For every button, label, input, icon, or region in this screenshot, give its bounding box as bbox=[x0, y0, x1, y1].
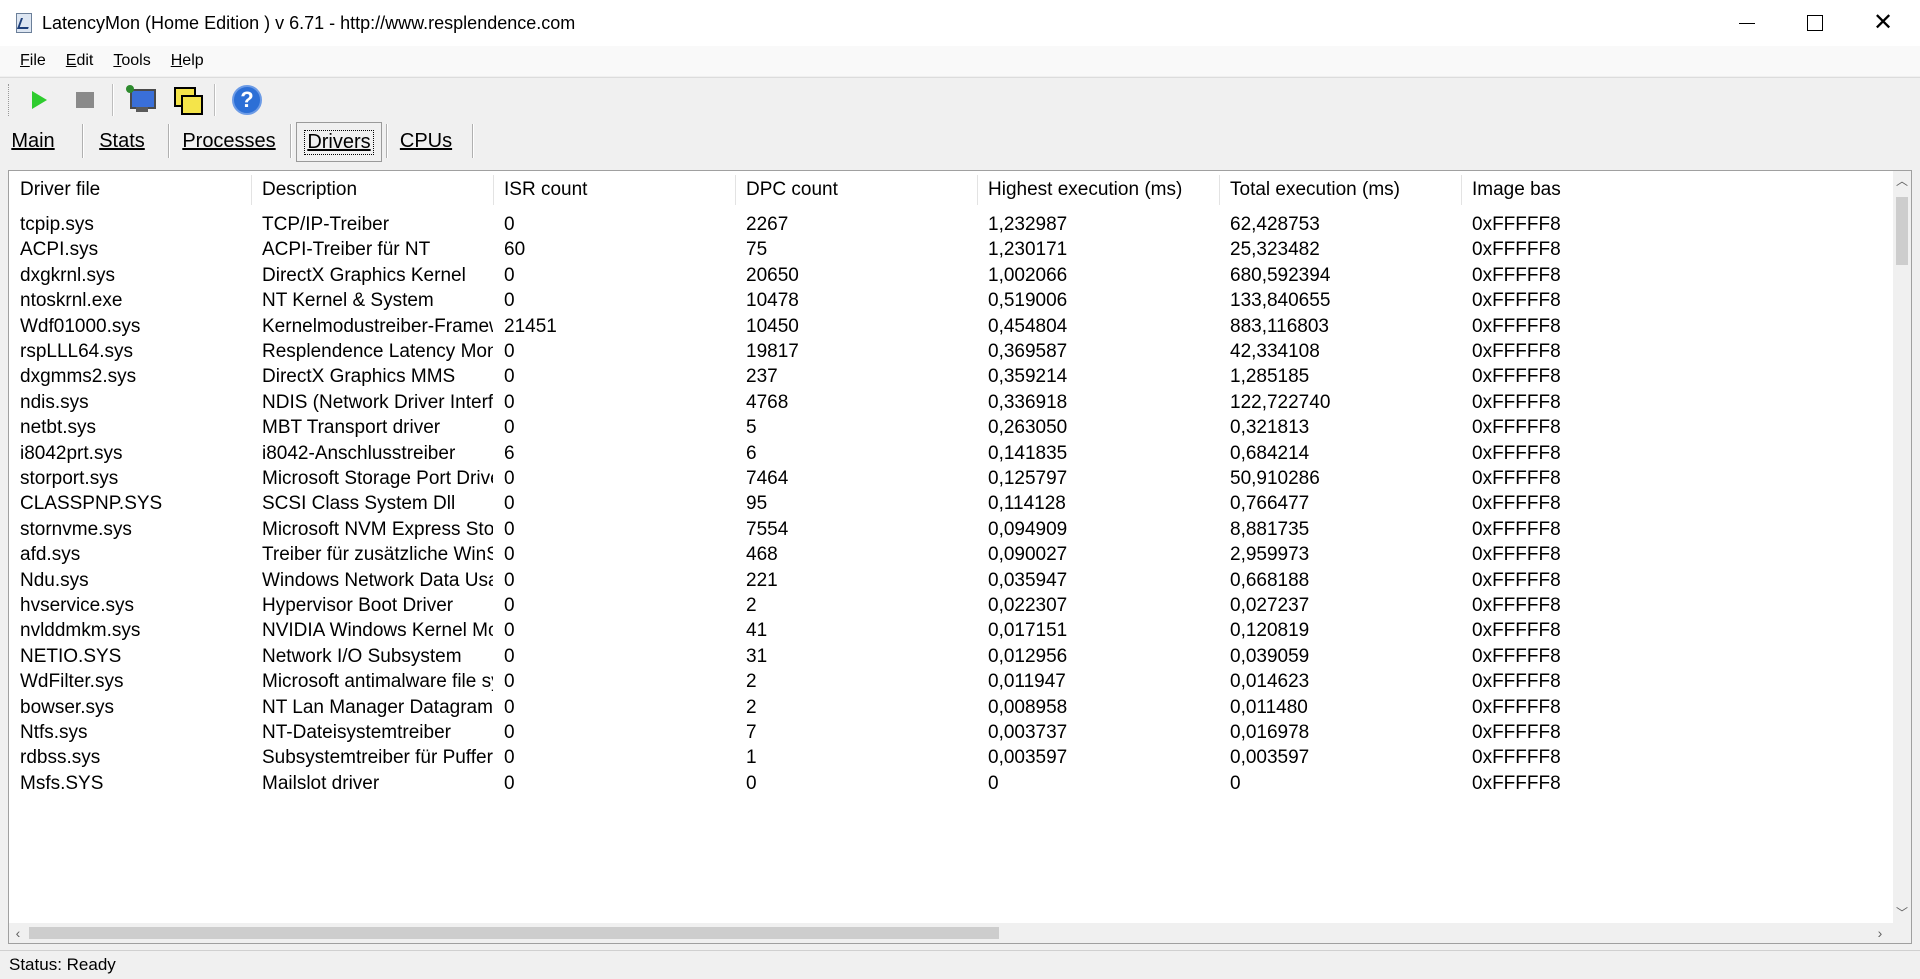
status-bar: Status: Ready bbox=[0, 950, 1920, 979]
table-cell: 0 bbox=[1230, 772, 1241, 794]
menu-label-rest: ools bbox=[121, 52, 151, 69]
column-header[interactable]: Image bas bbox=[1461, 171, 1893, 209]
menu-edit[interactable]: Edit bbox=[56, 52, 104, 70]
help-button[interactable]: ? bbox=[228, 82, 266, 118]
table-cell: 0 bbox=[504, 772, 515, 794]
stop-icon bbox=[76, 92, 94, 108]
column-header[interactable]: Highest execution (ms) bbox=[977, 171, 1219, 209]
tab-stats-label: Stats bbox=[99, 129, 145, 152]
toolbar: ? bbox=[0, 77, 1920, 122]
toolbar-grip[interactable] bbox=[8, 84, 12, 116]
column-header[interactable]: Description bbox=[251, 171, 493, 209]
menu-bar: File Edit Tools Help bbox=[0, 46, 1920, 76]
table-body: tcpip.sys TCP/IP-Treiber 0 2267 1,232987 62,4… bbox=[9, 209, 1889, 923]
tab-processes-label: Processes bbox=[182, 129, 276, 152]
horizontal-scrollbar[interactable]: ‹ › bbox=[9, 923, 1893, 943]
table-cell: 0xFFFFF8 bbox=[1472, 772, 1561, 794]
tab-main[interactable]: Main bbox=[2, 122, 64, 160]
column-divider[interactable] bbox=[1461, 175, 1462, 205]
tab-processes[interactable]: Processes bbox=[176, 122, 282, 160]
maximize-icon bbox=[1807, 15, 1823, 31]
latencymon-app-icon bbox=[14, 12, 34, 34]
horizontal-scroll-thumb[interactable] bbox=[29, 927, 999, 939]
column-header[interactable]: Driver file bbox=[9, 171, 251, 209]
menu-label-rest: dit bbox=[76, 52, 94, 69]
tab-drivers-label: Drivers bbox=[307, 130, 371, 153]
scroll-left-icon[interactable]: ‹ bbox=[9, 923, 27, 943]
column-divider[interactable] bbox=[735, 175, 736, 205]
tab-strip: Main Stats Processes Drivers CPUs bbox=[0, 122, 1920, 162]
start-button[interactable] bbox=[20, 82, 58, 118]
tab-separator bbox=[82, 124, 84, 158]
tab-separator bbox=[290, 124, 292, 158]
menu-label-rest: elp bbox=[182, 52, 204, 69]
toolbar-separator bbox=[112, 84, 114, 116]
tab-separator bbox=[472, 124, 474, 158]
tab-cpus[interactable]: CPUs bbox=[394, 122, 458, 160]
minimize-icon bbox=[1739, 22, 1755, 24]
close-button[interactable]: ✕ bbox=[1850, 0, 1916, 46]
scroll-right-icon[interactable]: › bbox=[1871, 923, 1889, 943]
close-icon: ✕ bbox=[1872, 9, 1894, 36]
tab-stats[interactable]: Stats bbox=[90, 122, 154, 160]
vertical-scroll-thumb[interactable] bbox=[1896, 197, 1908, 265]
column-divider[interactable] bbox=[251, 175, 252, 205]
vertical-scrollbar[interactable]: ︿ ﹀ bbox=[1893, 171, 1911, 923]
column-divider[interactable] bbox=[977, 175, 978, 205]
stop-button[interactable] bbox=[66, 82, 104, 118]
tab-drivers[interactable]: Drivers bbox=[296, 122, 382, 162]
table-cell: 0 bbox=[746, 772, 757, 794]
title-bar: LatencyMon (Home Edition ) v 6.71 - http… bbox=[0, 0, 1920, 46]
minimize-button[interactable] bbox=[1714, 0, 1780, 46]
window-title: LatencyMon (Home Edition ) v 6.71 - http… bbox=[42, 12, 576, 33]
tab-separator bbox=[386, 124, 388, 158]
table-cell: Msfs.SYS bbox=[20, 772, 104, 794]
menu-help[interactable]: Help bbox=[161, 52, 214, 70]
system-settings-button[interactable] bbox=[122, 82, 160, 118]
help-icon: ? bbox=[232, 85, 262, 115]
toolbar-separator bbox=[214, 84, 216, 116]
table-row[interactable]: Msfs.SYS Mailslot driver 0 0 0 0 0xFFFFF8 bbox=[9, 768, 1889, 799]
scrollbar-corner bbox=[1893, 923, 1911, 943]
menu-label-rest: ile bbox=[29, 52, 46, 69]
column-divider[interactable] bbox=[493, 175, 494, 205]
tab-separator bbox=[168, 124, 170, 158]
menu-file[interactable]: File bbox=[0, 52, 56, 70]
column-header[interactable]: Total execution (ms) bbox=[1219, 171, 1461, 209]
menu-accel-key: E bbox=[65, 52, 77, 69]
table-cell: 0 bbox=[988, 772, 999, 794]
tab-main-label: Main bbox=[11, 129, 55, 152]
scroll-up-icon[interactable]: ︿ bbox=[1893, 171, 1911, 189]
column-header[interactable]: DPC count bbox=[735, 171, 977, 209]
status-text: Status: Ready bbox=[9, 955, 116, 974]
drivers-table[interactable]: Driver file Description ISR count DPC count… bbox=[8, 170, 1912, 944]
column-header[interactable]: ISR count bbox=[493, 171, 735, 209]
play-icon bbox=[31, 91, 47, 109]
table-cell: Mailslot driver bbox=[262, 772, 380, 794]
menu-accel-key: F bbox=[20, 52, 30, 69]
column-divider[interactable] bbox=[1219, 175, 1220, 205]
monitor-settings-icon bbox=[126, 85, 156, 115]
windows-button[interactable] bbox=[168, 82, 206, 118]
menu-accel-key: H bbox=[170, 52, 183, 69]
windows-icon bbox=[172, 85, 203, 115]
scroll-down-icon[interactable]: ﹀ bbox=[1893, 903, 1911, 921]
maximize-button[interactable] bbox=[1782, 0, 1848, 46]
table-header: Driver file Description ISR count DPC count… bbox=[9, 171, 1889, 209]
menu-tools[interactable]: Tools bbox=[103, 52, 160, 70]
tab-cpus-label: CPUs bbox=[399, 129, 453, 152]
